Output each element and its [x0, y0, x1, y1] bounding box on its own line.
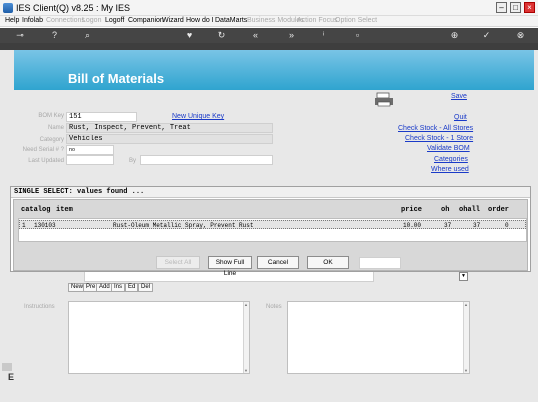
select-all-button[interactable]: Select All: [156, 256, 200, 269]
search-icon[interactable]: ⌕: [82, 30, 93, 41]
refresh-icon[interactable]: ↻: [216, 30, 227, 41]
categories-link[interactable]: Categories: [434, 156, 468, 163]
toolbar: ⊸ ? ⌕ ♥ ↻ « » ⁱ ▫ ⊕ ✓ ⊗: [0, 28, 538, 43]
check-stock-one-link[interactable]: Check Stock - 1 Store: [405, 135, 473, 142]
side-marker-icon: E: [8, 372, 15, 382]
minimize-button[interactable]: –: [496, 2, 507, 13]
single-select-dialog: SINGLE SELECT: values found ... catalog …: [10, 186, 531, 277]
category-field[interactable]: Vehicles: [66, 134, 273, 144]
menu-option-select: Option Select: [335, 17, 378, 24]
table-row[interactable]: 1 130103 Rust-Oleum Metallic Spray, Prev…: [19, 220, 526, 229]
square-icon[interactable]: ▫: [352, 30, 363, 41]
menu-action-focus: Action Focus: [297, 17, 338, 24]
menu-infolab[interactable]: Infolab: [22, 17, 43, 24]
validate-bom-link[interactable]: Validate BOM: [427, 145, 470, 152]
help-icon[interactable]: ?: [49, 30, 60, 41]
cancel-button[interactable]: Cancel: [257, 256, 299, 269]
row-price: 10.00: [403, 222, 422, 229]
notes-scrollbar[interactable]: [463, 302, 469, 373]
menu-business-modules: Business Modules: [247, 17, 304, 24]
rewind-icon[interactable]: «: [250, 30, 261, 41]
col-oh: oh: [441, 206, 450, 214]
results-list: 1 130103 Rust-Oleum Metallic Spray, Prev…: [18, 218, 527, 242]
menu-logon: Logon: [82, 17, 102, 24]
check-stock-all-link[interactable]: Check Stock - All Stores: [398, 125, 473, 132]
side-tab[interactable]: [2, 363, 12, 371]
col-order: order: [488, 206, 510, 214]
ok-button[interactable]: OK: [307, 256, 349, 269]
quick-select-input[interactable]: [359, 257, 401, 269]
row-order: 0: [505, 222, 509, 229]
new-unique-key-link[interactable]: New Unique Key: [172, 113, 224, 120]
bom-key-label: BOM Key: [38, 113, 64, 119]
last-updated-field[interactable]: [66, 155, 114, 165]
maximize-button[interactable]: □: [510, 2, 521, 13]
check-icon[interactable]: ✓: [481, 30, 492, 41]
dialog-title: SINGLE SELECT: values found ...: [11, 187, 530, 198]
printer-icon[interactable]: [374, 92, 394, 108]
menu-companion[interactable]: Companion: [128, 17, 164, 24]
menu-connections: Connections: [46, 17, 85, 24]
menu-logoff[interactable]: Logoff: [105, 17, 124, 24]
cancel-icon[interactable]: ⊗: [515, 30, 526, 41]
window-title: IES Client(Q) v8.25 : My IES: [16, 3, 131, 13]
bom-key-field[interactable]: 151: [66, 112, 137, 122]
col-catalog: catalog: [21, 206, 51, 214]
toolbar-separator: [0, 43, 538, 50]
save-link[interactable]: Save: [451, 93, 467, 100]
where-used-link[interactable]: Where used: [431, 166, 469, 173]
close-button[interactable]: ×: [524, 2, 535, 13]
category-label: Category: [39, 137, 64, 143]
page-title: Bill of Materials: [68, 71, 165, 86]
menu-datamarts[interactable]: DataMarts: [215, 17, 247, 24]
by-field[interactable]: [140, 155, 273, 165]
by-label: By: [128, 158, 136, 164]
title-bar: IES Client(Q) v8.25 : My IES – □ ×: [0, 0, 538, 16]
grid-insert-button[interactable]: Ins: [111, 283, 126, 292]
col-price: price: [401, 206, 423, 214]
forward-icon[interactable]: »: [286, 30, 297, 41]
key-icon[interactable]: ⊸: [10, 30, 30, 41]
quit-link[interactable]: Quit: [454, 114, 467, 121]
notes-textarea[interactable]: [287, 301, 470, 374]
serial-field[interactable]: no: [66, 145, 114, 155]
grid-edit-button[interactable]: Ed: [125, 283, 139, 292]
menu-bar: Help Infolab Connections Logon Logoff Co…: [0, 16, 538, 27]
app-icon: [3, 3, 13, 13]
row-catalog: 130103: [34, 222, 56, 229]
row-item: Rust-Oleum Metallic Spray, Prevent Rust: [113, 222, 254, 229]
instructions-textarea[interactable]: [68, 301, 250, 374]
info-icon[interactable]: ⁱ: [318, 30, 329, 41]
instructions-label: Instructions: [24, 304, 55, 310]
dropdown-arrow-icon[interactable]: ▼: [459, 272, 468, 281]
instructions-scrollbar[interactable]: [243, 302, 249, 373]
heart-icon[interactable]: ♥: [184, 30, 195, 41]
col-item: item: [56, 206, 73, 214]
last-updated-label: Last Updated: [28, 158, 64, 164]
row-ohall: 37: [473, 222, 481, 229]
grid-delete-button[interactable]: Del: [138, 283, 154, 292]
menu-how-do-i[interactable]: How do I: [186, 17, 214, 24]
notes-label: Notes: [266, 304, 282, 310]
menu-wizard[interactable]: Wizard: [162, 17, 184, 24]
serial-label: Need Serial # ?: [22, 147, 64, 153]
show-full-line-button[interactable]: Show Full Line: [208, 256, 252, 277]
row-oh: 37: [444, 222, 452, 229]
name-label: Name: [47, 125, 64, 131]
row-number: 1: [22, 222, 26, 229]
menu-help[interactable]: Help: [5, 17, 19, 24]
add-icon[interactable]: ⊕: [449, 30, 460, 41]
page-banner: Bill of Materials: [14, 50, 534, 90]
results-panel: catalog item price oh ohall order 1 1301…: [13, 199, 528, 277]
col-ohall: ohall: [459, 206, 481, 214]
name-field[interactable]: Rust, Inspect, Prevent, Treat: [66, 123, 273, 133]
